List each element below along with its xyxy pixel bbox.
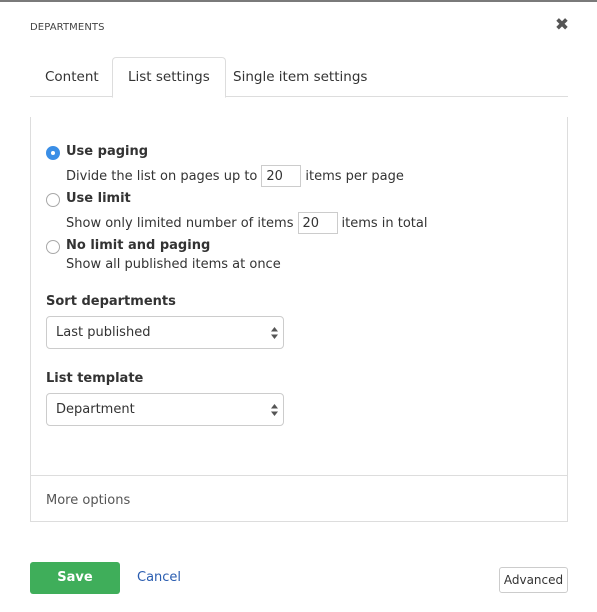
items-limit-input[interactable]: [297, 212, 338, 234]
use-paging-label: Use paging: [66, 144, 149, 159]
sort-selected-value: Last published: [56, 325, 151, 340]
tab-single-item-settings[interactable]: Single item settings: [218, 57, 382, 97]
use-limit-desc: Show only limited number of items items …: [66, 212, 428, 234]
use-limit-desc-text: Show only limited number of items: [66, 215, 294, 231]
template-selected-value: Department: [56, 402, 135, 417]
template-select[interactable]: Department: [46, 393, 284, 426]
tab-content[interactable]: Content: [30, 57, 114, 97]
dialog-title: DEPARTMENTS: [30, 22, 105, 33]
sort-label: Sort departments: [46, 294, 176, 309]
advanced-button[interactable]: Advanced: [499, 567, 568, 593]
no-limit-desc: Show all published items at once: [66, 257, 281, 272]
cancel-button[interactable]: Cancel: [137, 570, 181, 585]
sort-select[interactable]: Last published: [46, 316, 284, 349]
use-paging-radio[interactable]: [46, 146, 60, 160]
items-per-page-input[interactable]: [261, 165, 302, 187]
items-per-page-suffix: items per page: [305, 168, 404, 184]
more-options-toggle[interactable]: More options: [46, 493, 130, 508]
use-paging-desc: Divide the list on pages up to items per…: [66, 165, 404, 187]
use-limit-radio[interactable]: [46, 193, 60, 207]
close-icon[interactable]: ✖: [553, 16, 571, 34]
items-limit-suffix: items in total: [341, 215, 428, 231]
no-limit-label: No limit and paging: [66, 238, 211, 253]
select-arrows-icon: [271, 404, 278, 416]
no-limit-radio[interactable]: [46, 240, 60, 254]
use-limit-label: Use limit: [66, 191, 131, 206]
save-button[interactable]: Save: [30, 562, 120, 594]
divider: [31, 475, 567, 476]
template-label: List template: [46, 371, 144, 386]
no-limit-desc-text: Show all published items at once: [66, 257, 281, 272]
use-paging-desc-text: Divide the list on pages up to: [66, 168, 258, 184]
tab-bar: Content List settings Single item settin…: [30, 57, 568, 98]
tab-list-settings[interactable]: List settings: [112, 57, 226, 98]
select-arrows-icon: [271, 327, 278, 339]
list-settings-panel: Use paging Divide the list on pages up t…: [30, 117, 568, 522]
